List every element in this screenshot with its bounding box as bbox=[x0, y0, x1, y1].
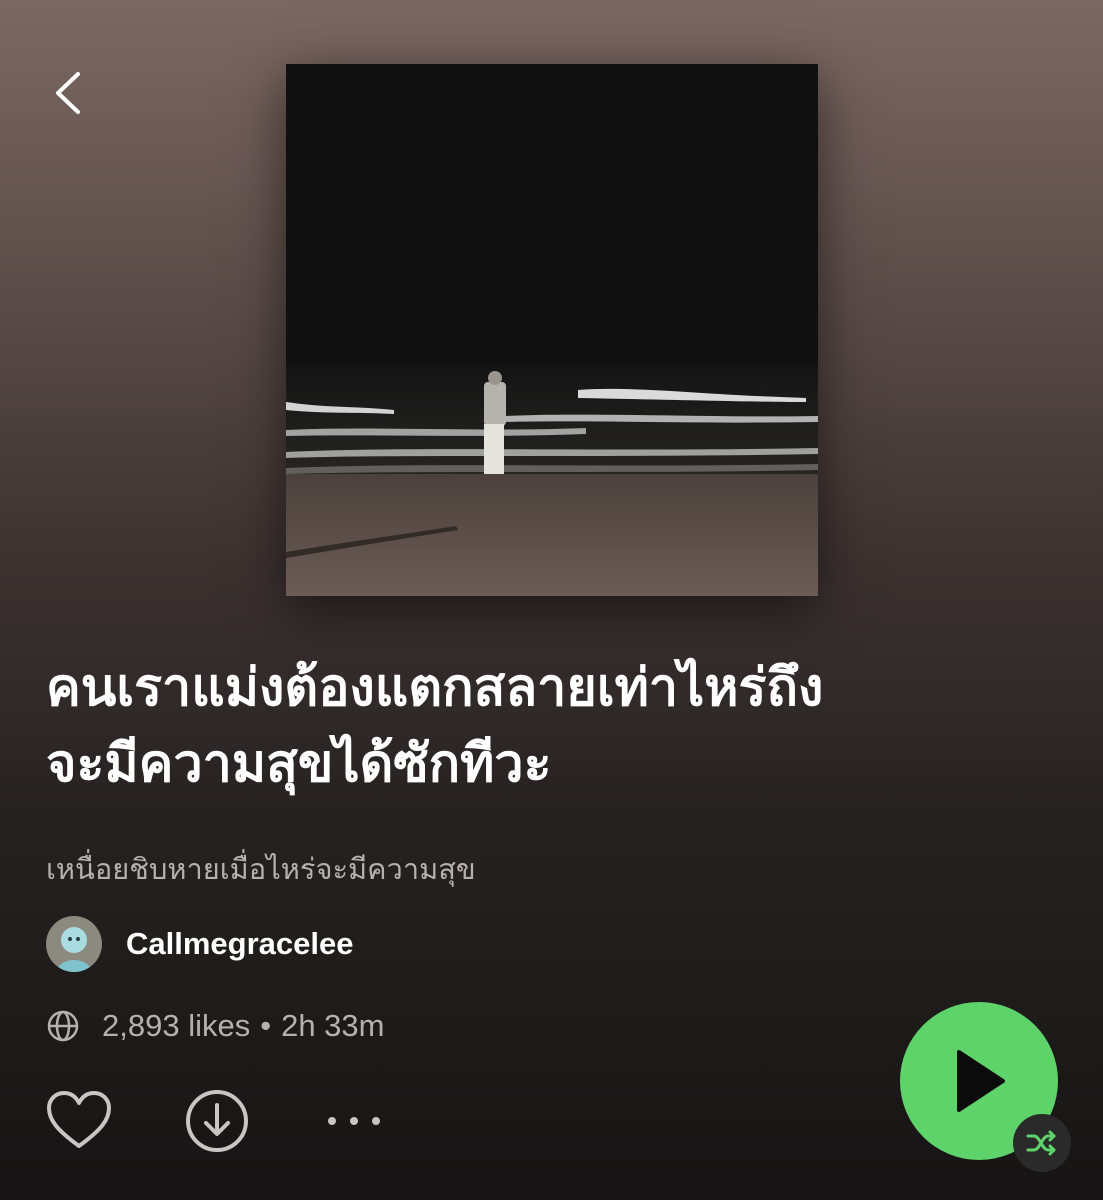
likes-count: 2,893 likes bbox=[102, 1008, 251, 1043]
playlist-cover-image bbox=[286, 64, 818, 596]
globe-icon bbox=[46, 1009, 80, 1043]
playlist-description: เหนื่อยชิบหายเมื่อไหร่จะมีความสุข bbox=[46, 852, 476, 886]
owner-name[interactable]: Callmegracelee bbox=[126, 926, 353, 962]
more-options-button[interactable] bbox=[324, 1091, 384, 1151]
more-horizontal-icon bbox=[328, 1117, 380, 1125]
meta-separator: • bbox=[260, 1008, 272, 1043]
action-bar bbox=[44, 1086, 384, 1156]
shuffle-icon bbox=[1026, 1130, 1056, 1156]
playlist-meta: 2,893 likes • 2h 33m bbox=[46, 1008, 384, 1044]
chevron-left-icon bbox=[56, 72, 80, 114]
playlist-duration: 2h 33m bbox=[281, 1008, 385, 1043]
playlist-title: คนเราแม่งต้องแตกสลายเท่าไหร่ถึง จะมีความ… bbox=[46, 658, 824, 794]
back-button[interactable] bbox=[38, 58, 102, 128]
shuffle-button[interactable] bbox=[1013, 1114, 1071, 1172]
playlist-owner[interactable]: Callmegracelee bbox=[46, 916, 353, 972]
download-circle-icon bbox=[186, 1090, 248, 1152]
avatar[interactable] bbox=[46, 916, 102, 972]
heart-outline-icon bbox=[47, 1091, 111, 1148]
download-button[interactable] bbox=[184, 1088, 250, 1154]
play-icon bbox=[957, 1050, 1005, 1112]
like-button[interactable] bbox=[44, 1086, 114, 1156]
